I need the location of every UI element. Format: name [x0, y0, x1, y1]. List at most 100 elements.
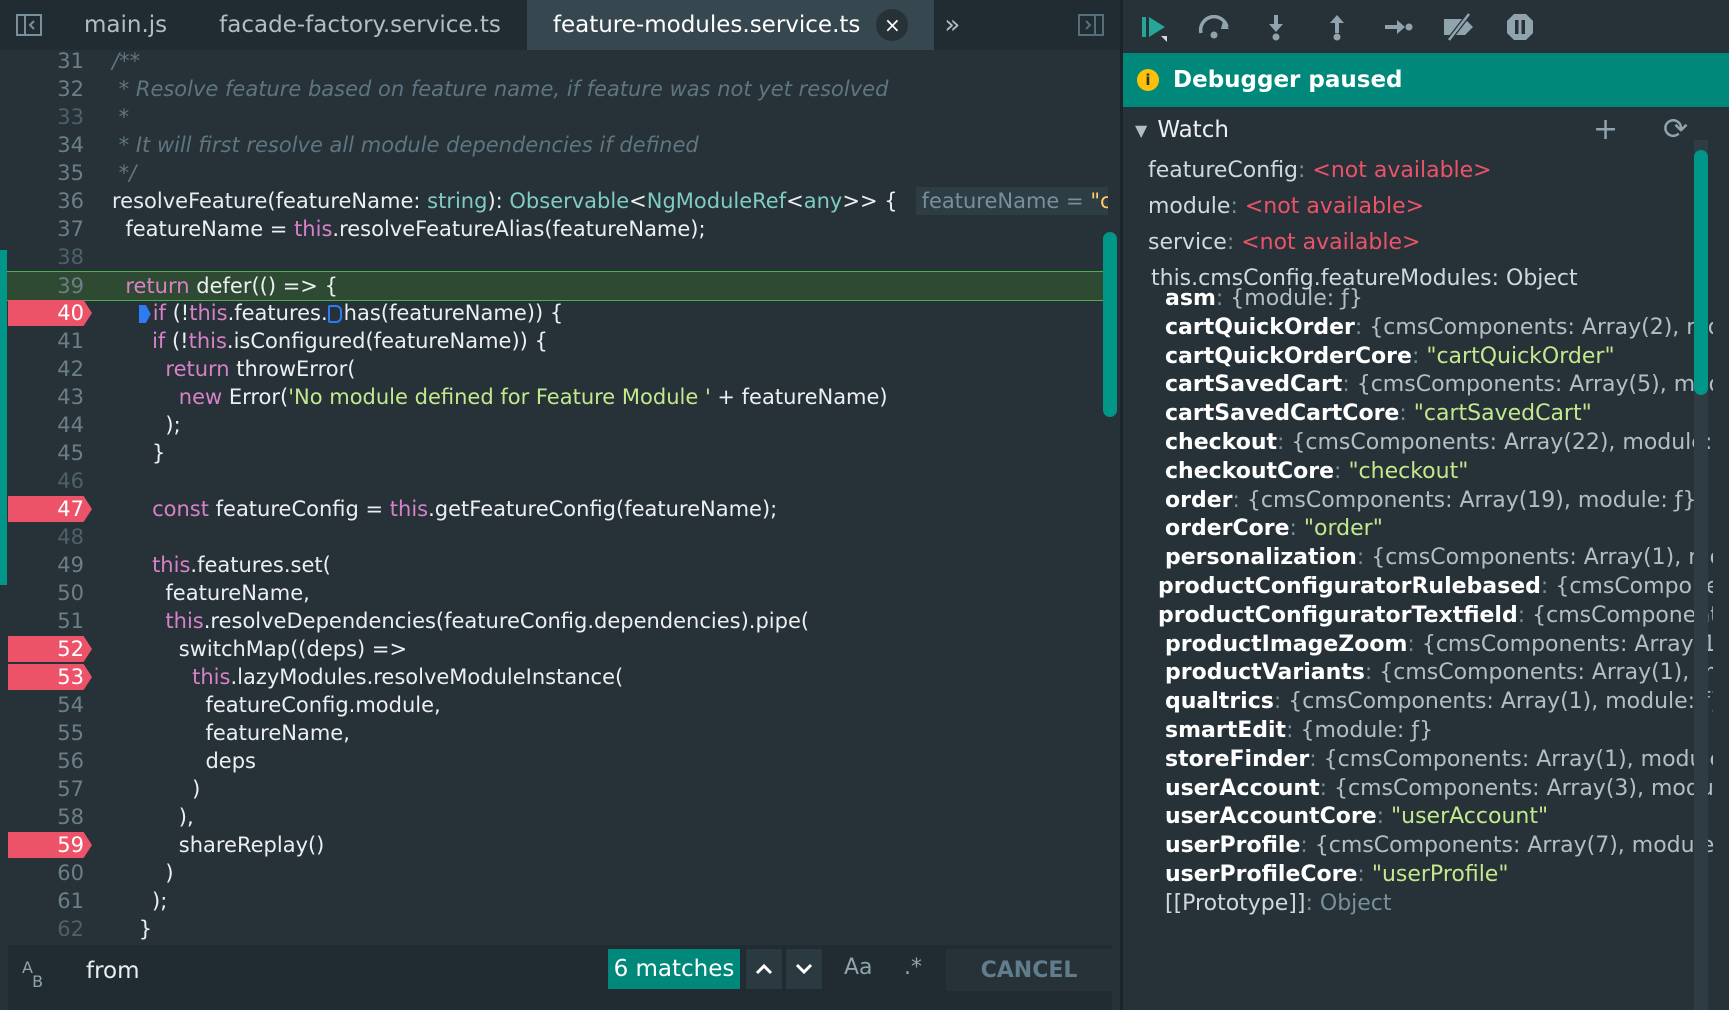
object-property[interactable]: userProfile: {cmsComponents: Array(7), m… [1165, 831, 1713, 861]
refresh-icon[interactable]: ⟳ [1663, 112, 1688, 147]
panel-toggle-icon[interactable] [1062, 0, 1120, 50]
object-property[interactable]: cartQuickOrder: {cmsComponents: Array(2)… [1165, 313, 1713, 343]
resume-icon[interactable] [1123, 0, 1184, 53]
watch-expression[interactable]: service: <not available> [1148, 228, 1420, 258]
tab-main-js[interactable]: main.js [58, 0, 193, 50]
object-property[interactable]: qualtrics: {cmsComponents: Array(1), mod… [1165, 687, 1713, 717]
line-number[interactable]: 32 [8, 76, 92, 102]
property-value: {cmsComponents: Array(19), module: ƒ} [1246, 487, 1697, 513]
property-key: cartSavedCartCore [1165, 401, 1400, 427]
breakpoint-line-number[interactable]: 59 [8, 832, 92, 858]
find-replace-icon[interactable]: A B [22, 960, 43, 990]
deactivate-breakpoints-icon[interactable] [1428, 0, 1489, 53]
step-into-icon[interactable] [1245, 0, 1306, 53]
object-property[interactable]: cartSavedCartCore: "cartSavedCart" [1165, 399, 1592, 429]
line-number[interactable]: 35 [8, 160, 92, 186]
line-number[interactable]: 46 [8, 468, 92, 494]
property-separator: : [1540, 574, 1556, 599]
tab-facade-factory[interactable]: facade-factory.service.ts [193, 0, 527, 50]
line-number[interactable]: 38 [8, 244, 92, 270]
collapse-triangle-icon[interactable]: ▼ [1135, 121, 1147, 140]
watch-value: <not available> [1244, 194, 1425, 219]
line-number[interactable]: 31 [8, 50, 92, 74]
line-number[interactable]: 62 [8, 916, 92, 942]
code-line: 51 this.resolveDependencies(featureConfi… [0, 607, 1104, 635]
object-property[interactable]: smartEdit: {module: ƒ} [1165, 716, 1433, 746]
breakpoint-line-number[interactable]: 52 [8, 636, 92, 662]
line-number[interactable]: 43 [8, 384, 92, 410]
line-number[interactable]: 57 [8, 776, 92, 802]
property-value: {cmsComponent… [1555, 574, 1713, 599]
object-property[interactable]: productImageZoom: {cmsComponents: Array(… [1165, 630, 1713, 660]
object-property[interactable]: asm: {module: ƒ} [1165, 284, 1363, 314]
code-line: 36 resolveFeature(featureName: string): O… [0, 187, 1108, 215]
previous-match-button[interactable] [746, 949, 782, 989]
watch-expression[interactable]: featureConfig: <not available> [1148, 156, 1492, 186]
breakpoint-line-number[interactable]: 53 [8, 664, 92, 690]
line-number[interactable]: 55 [8, 720, 92, 746]
add-watch-icon[interactable]: + [1593, 112, 1618, 147]
tab-bar-spacer [970, 0, 1062, 50]
more-tabs-icon[interactable]: » [934, 0, 970, 50]
object-property[interactable]: personalization: {cmsComponents: Array(1… [1165, 543, 1713, 573]
code-line: 35 */ [0, 159, 1104, 187]
object-property[interactable]: userAccount: {cmsComponents: Array(3), m… [1165, 774, 1713, 804]
line-number[interactable]: 41 [8, 328, 92, 354]
line-number[interactable]: 51 [8, 608, 92, 634]
breakpoint-line-number[interactable]: 47 [8, 496, 92, 522]
line-number[interactable]: 39 [8, 273, 92, 299]
debugger-paused-banner: i Debugger paused [1123, 53, 1729, 107]
object-property[interactable]: orderCore: "order" [1165, 514, 1383, 544]
line-number[interactable]: 45 [8, 440, 92, 466]
line-number[interactable]: 42 [8, 356, 92, 382]
object-property[interactable]: productConfiguratorTextfield: {cmsCompon… [1158, 601, 1713, 631]
line-number[interactable]: 56 [8, 748, 92, 774]
object-property[interactable]: [[Prototype]]: Object [1165, 889, 1392, 919]
line-number[interactable]: 44 [8, 412, 92, 438]
object-property[interactable]: userAccountCore: "userAccount" [1165, 802, 1548, 832]
step-icon[interactable] [1367, 0, 1428, 53]
object-property[interactable]: cartQuickOrderCore: "cartQuickOrder" [1165, 342, 1615, 372]
breakpoint-line-number[interactable]: 40 [8, 300, 92, 326]
property-separator: : [1411, 343, 1427, 369]
tab-feature-modules[interactable]: feature-modules.service.ts × [526, 0, 935, 50]
line-number[interactable]: 37 [8, 216, 92, 242]
object-property[interactable]: userProfileCore: "userProfile" [1165, 860, 1508, 890]
object-property[interactable]: productConfiguratorRulebased: {cmsCompon… [1158, 572, 1713, 602]
watch-header[interactable]: ▼ Watch + ⟳ [1123, 110, 1729, 150]
sidebar-toggle-icon[interactable] [0, 0, 58, 50]
object-property[interactable]: order: {cmsComponents: Array(19), module… [1165, 486, 1696, 516]
object-property[interactable]: cartSavedCart: {cmsComponents: Array(5),… [1165, 370, 1713, 400]
step-over-icon[interactable] [1184, 0, 1245, 53]
code-text: featureName, [112, 581, 310, 605]
object-property[interactable]: productVariants: {cmsComponents: Array(1… [1165, 658, 1713, 688]
line-number[interactable]: 33 [8, 104, 92, 130]
watch-separator: : [1298, 158, 1313, 183]
next-match-button[interactable] [786, 949, 822, 989]
editor-scrollbar[interactable] [1103, 232, 1117, 417]
find-input[interactable] [72, 951, 640, 991]
line-number[interactable]: 58 [8, 804, 92, 830]
line-number[interactable]: 34 [8, 132, 92, 158]
object-property[interactable]: checkoutCore: "checkout" [1165, 457, 1468, 487]
pause-on-exceptions-icon[interactable] [1489, 0, 1550, 53]
code-editor[interactable]: 31/** 32 * Resolve feature based on featu… [0, 50, 1108, 945]
object-property[interactable]: storeFinder: {cmsComponents: Array(1), m… [1165, 745, 1713, 775]
regex-button[interactable]: .* [904, 955, 922, 980]
line-number[interactable]: 50 [8, 580, 92, 606]
object-property[interactable]: checkout: {cmsComponents: Array(22), mod… [1165, 428, 1713, 458]
line-number[interactable]: 54 [8, 692, 92, 718]
cancel-button[interactable]: CANCEL [946, 949, 1112, 991]
watch-scrollbar-thumb[interactable] [1694, 150, 1708, 395]
line-number[interactable]: 61 [8, 888, 92, 914]
line-number[interactable]: 60 [8, 860, 92, 886]
close-icon[interactable]: × [876, 9, 909, 41]
line-number[interactable]: 48 [8, 524, 92, 550]
watch-expression[interactable]: module: <not available> [1148, 192, 1424, 222]
match-case-button[interactable]: Aa [844, 955, 873, 980]
line-number[interactable]: 49 [8, 552, 92, 578]
watch-value: Object [1506, 266, 1578, 291]
line-number[interactable]: 36 [8, 188, 92, 214]
step-out-icon[interactable] [1306, 0, 1367, 53]
code-line: 43 new Error('No module defined for Feat… [0, 383, 1104, 411]
